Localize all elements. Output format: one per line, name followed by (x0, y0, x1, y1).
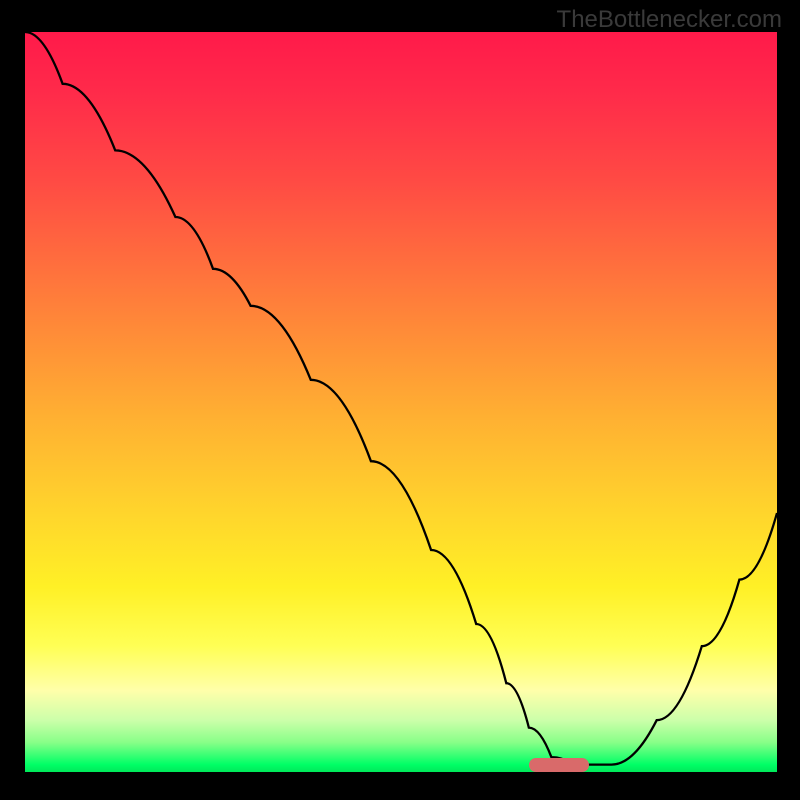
chart-container (25, 32, 777, 772)
watermark-text: TheBottlenecker.com (557, 6, 782, 34)
bottleneck-curve (25, 32, 777, 772)
optimal-range-marker (529, 758, 589, 772)
